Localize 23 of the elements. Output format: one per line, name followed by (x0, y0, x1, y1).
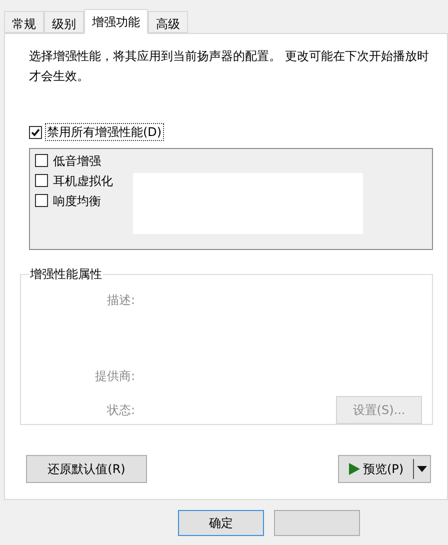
tab[interactable]: 级别 (44, 11, 84, 33)
ok-button[interactable]: 确定 (178, 510, 264, 536)
description-text: 选择增强性能，将其应用到当前扬声器的配置。 更改可能在下次开始播放时才会生效。 (29, 48, 430, 85)
play-icon (349, 463, 360, 475)
field-label: 状态: (106, 402, 135, 419)
checkbox[interactable] (29, 126, 42, 138)
field-label: 提供商: (94, 368, 135, 385)
group-title: 增强性能属性 (29, 265, 103, 283)
check-icon (31, 128, 40, 136)
tab[interactable]: 常规 (4, 11, 44, 33)
field-label: 描述: (106, 292, 135, 309)
checkbox[interactable] (35, 154, 48, 167)
restore-defaults-button[interactable]: 还原默认值(R) (26, 455, 147, 483)
tab[interactable]: 高级 (148, 11, 188, 33)
tab[interactable]: 增强功能 (84, 9, 148, 34)
checkbox[interactable] (35, 194, 48, 207)
dropdown-icon (417, 466, 427, 472)
preview-button[interactable]: 预览(P) (338, 455, 431, 483)
enhancement-label: 耳机虚拟化 (53, 172, 113, 190)
enhancement-label: 低音增强 (53, 152, 101, 170)
checkbox-label: 禁用所有增强性能(D) (45, 123, 164, 141)
enhancement-label: 响度均衡 (53, 192, 101, 210)
checkbox[interactable] (35, 174, 48, 187)
